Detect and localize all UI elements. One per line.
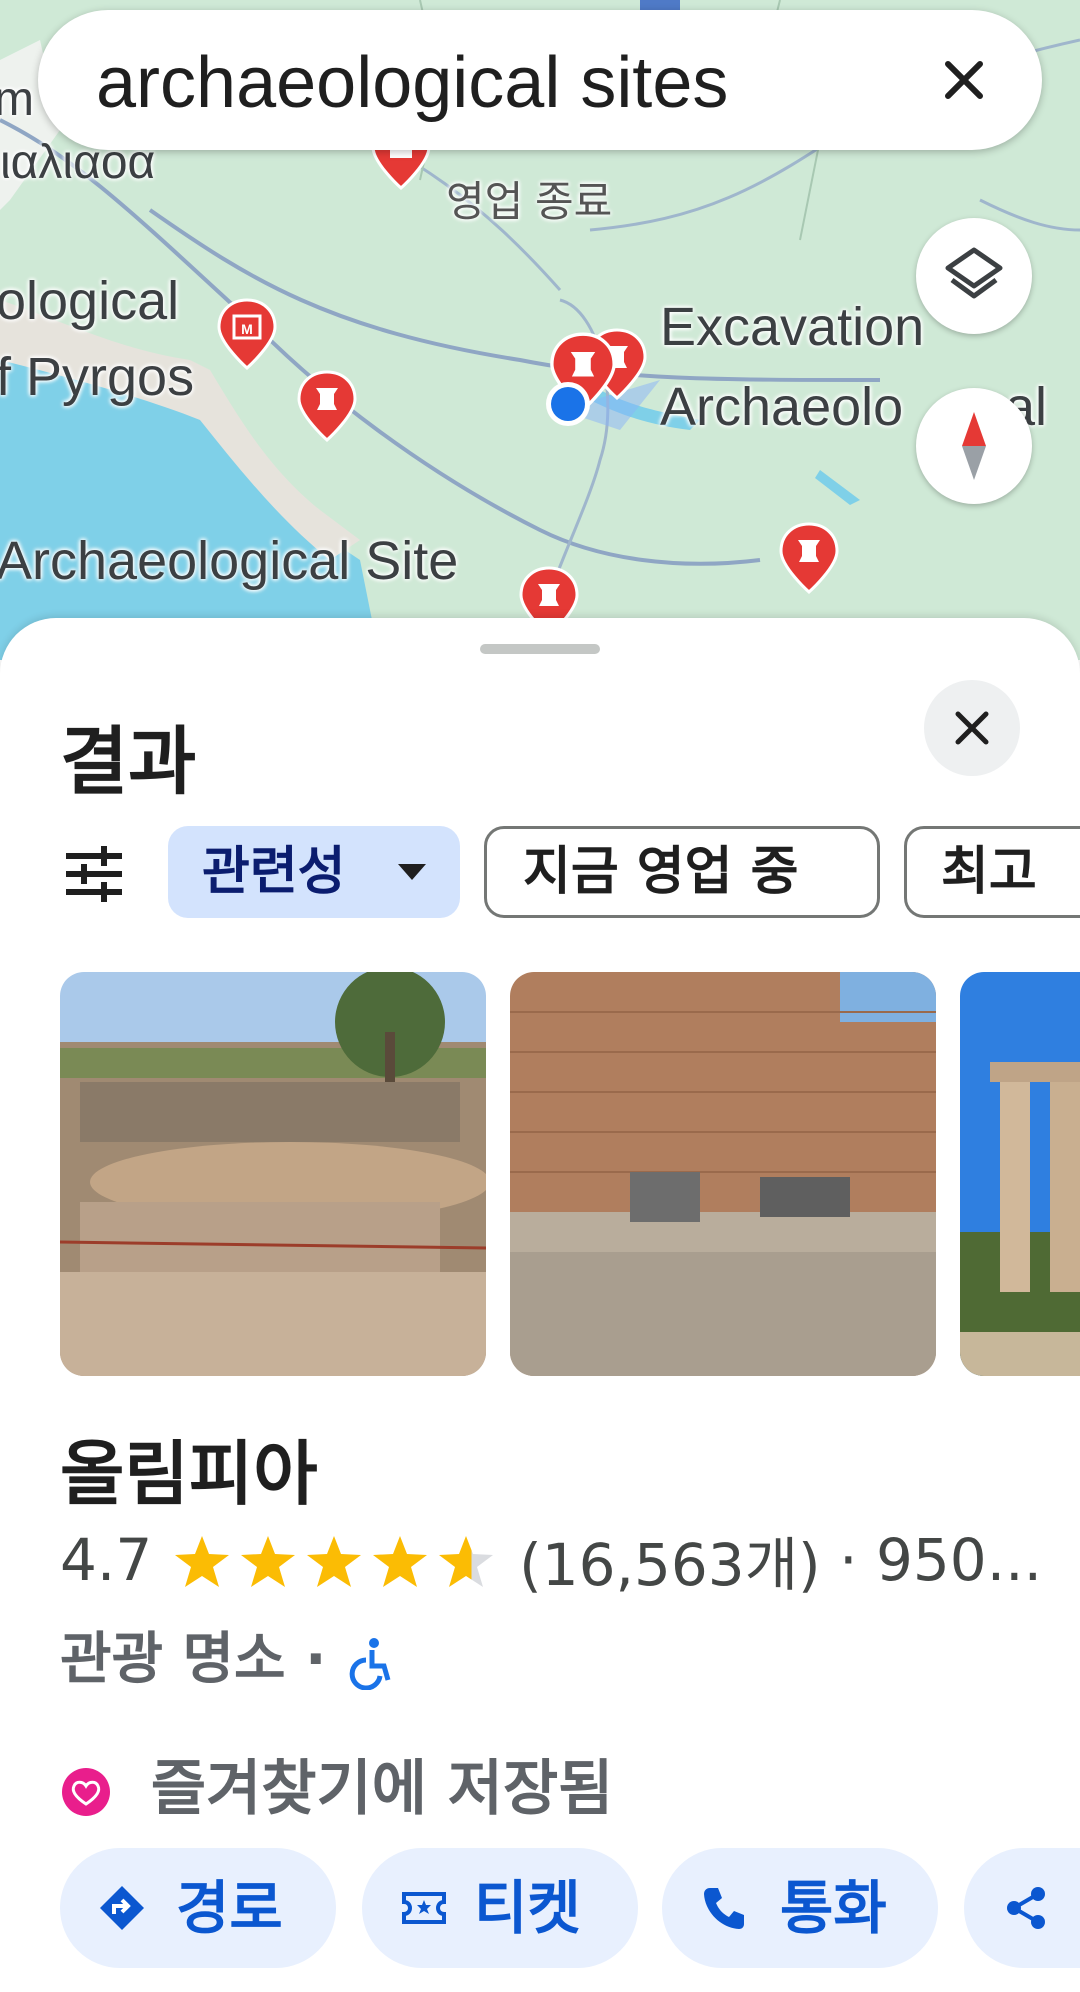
place-photo[interactable] [960, 972, 1080, 1376]
star-icon [306, 1536, 361, 1588]
drag-handle[interactable] [480, 644, 600, 654]
action-bar: 경로 티켓 통화 [0, 1848, 1080, 1978]
close-icon [955, 711, 989, 745]
attraction-pin-icon[interactable] [778, 522, 840, 594]
search-bar[interactable]: archaeological sites [38, 10, 1042, 150]
chip-label: 최고 [941, 842, 1037, 902]
map-label: Archaeological Site [0, 531, 459, 591]
heart-icon [62, 1768, 110, 1817]
saved-row[interactable]: 즐겨찾기에 저장됨 [60, 1740, 613, 1827]
map-label: Archaeolo [660, 377, 904, 437]
star-icon [240, 1536, 295, 1588]
action-label: 티켓 [474, 1874, 581, 1942]
chip-top-rated[interactable]: 최고 [904, 826, 1080, 918]
separator: · [305, 1627, 327, 1692]
call-button[interactable]: 통화 [662, 1848, 938, 1968]
rating-row: 4.7 (16,563개) · 950... [60, 1518, 1042, 1599]
chip-relevance[interactable]: 관련성 [168, 826, 460, 918]
category-row: 관광 명소 · [60, 1614, 394, 1695]
place-category: 관광 명소 [60, 1627, 286, 1692]
ticket-icon [402, 1892, 446, 1924]
photo-carousel[interactable] [0, 972, 1080, 1376]
search-query[interactable]: archaeological sites [96, 42, 728, 124]
star-icon [372, 1536, 427, 1588]
action-label: 통화 [780, 1874, 887, 1942]
layers-icon [945, 247, 1003, 299]
review-count[interactable]: (16,563개) [519, 1531, 821, 1599]
star-rating [171, 1526, 501, 1595]
compass-icon [962, 412, 986, 480]
share-icon [1007, 1887, 1045, 1929]
wheelchair-icon [349, 1637, 391, 1691]
rating-value: 4.7 [60, 1526, 153, 1594]
results-sheet: 결과 관련성 지금 영업 중 최고 올림피아 4.7 (16,563개) · 9… [0, 618, 1080, 1992]
close-icon[interactable] [934, 50, 994, 110]
tickets-button[interactable]: 티켓 [362, 1848, 638, 1968]
star-icon [174, 1536, 229, 1588]
directions-button[interactable]: 경로 [60, 1848, 336, 1968]
museum-pin-icon[interactable]: M [216, 298, 278, 370]
attraction-pin-icon[interactable] [296, 370, 358, 442]
directions-icon [100, 1886, 144, 1930]
close-sheet-button[interactable] [924, 680, 1020, 776]
svg-text:M: M [241, 321, 253, 337]
distance: 950... [876, 1526, 1043, 1594]
sheet-title: 결과 [60, 719, 197, 805]
star-icon [438, 1536, 493, 1588]
chip-open-now[interactable]: 지금 영업 중 [484, 826, 880, 918]
layers-button[interactable] [916, 218, 1032, 334]
map-label: Excavation [660, 297, 925, 357]
action-label: 경로 [176, 1874, 283, 1942]
chip-label: 관련성 [202, 842, 346, 902]
tune-icon[interactable] [62, 842, 126, 906]
phone-icon [704, 1888, 744, 1929]
place-photo[interactable] [510, 972, 936, 1376]
separator: · [839, 1526, 858, 1594]
map-label: ological [0, 271, 180, 331]
chip-label: 지금 영업 중 [523, 842, 799, 902]
my-location-dot-icon [546, 382, 590, 426]
dropdown-arrow-icon [398, 864, 426, 880]
place-photo[interactable] [60, 972, 486, 1376]
map-view[interactable]: m ιαλιαοα ological f Pyrgos 영업 종료 Excava… [0, 0, 1080, 660]
map-label: 영업 종료 [446, 178, 613, 225]
map-label: m [0, 73, 34, 126]
saved-label: 즐겨찾기에 저장됨 [150, 1754, 614, 1824]
map-label: f Pyrgos [0, 347, 195, 407]
share-button[interactable] [964, 1848, 1080, 1968]
filter-bar: 관련성 지금 영업 중 최고 [0, 826, 1080, 922]
place-name[interactable]: 올림피아 [60, 1418, 318, 1519]
compass-button[interactable] [916, 388, 1032, 504]
